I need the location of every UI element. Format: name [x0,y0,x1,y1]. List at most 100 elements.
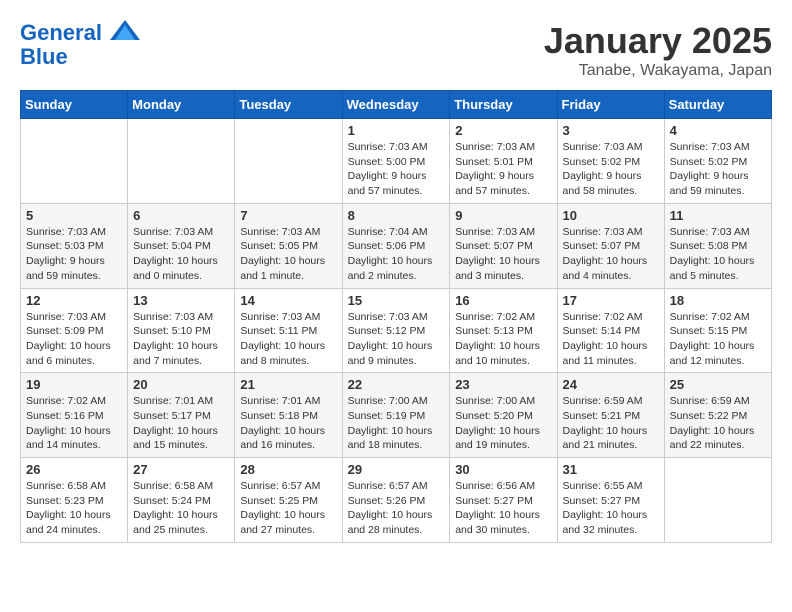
day-info: Sunrise: 7:03 AM Sunset: 5:08 PM Dayligh… [670,225,766,284]
calendar-cell [235,119,342,204]
calendar-cell: 8Sunrise: 7:04 AM Sunset: 5:06 PM Daylig… [342,203,450,288]
weekday-header-row: SundayMondayTuesdayWednesdayThursdayFrid… [21,91,772,119]
calendar-cell [664,458,771,543]
day-number: 10 [563,208,659,223]
calendar-cell: 25Sunrise: 6:59 AM Sunset: 5:22 PM Dayli… [664,373,771,458]
calendar-cell: 2 Sunrise: 7:03 AM Sunset: 5:01 PM Daylig… [450,119,557,204]
weekday-header-monday: Monday [128,91,235,119]
week-row-3: 12Sunrise: 7:03 AM Sunset: 5:09 PM Dayli… [21,288,772,373]
location: Tanabe, Wakayama, Japan [544,62,772,80]
day-number: 8 [348,208,445,223]
calendar-cell: 12Sunrise: 7:03 AM Sunset: 5:09 PM Dayli… [21,288,128,373]
day-info: Sunrise: 7:01 AM Sunset: 5:18 PM Dayligh… [240,394,336,453]
day-number: 3 [563,123,659,138]
day-info: Sunrise: 7:03 AM Sunset: 5:05 PM Dayligh… [240,225,336,284]
day-info: Sunrise: 7:03 AM Sunset: 5:00 PM Dayligh… [348,140,445,199]
calendar-cell [21,119,128,204]
day-number: 21 [240,377,336,392]
calendar-cell: 21 Sunrise: 7:01 AM Sunset: 5:18 PM Dayli… [235,373,342,458]
day-number: 2 [455,123,551,138]
calendar-cell: 19Sunrise: 7:02 AM Sunset: 5:16 PM Dayli… [21,373,128,458]
week-row-1: 1 Sunrise: 7:03 AM Sunset: 5:00 PM Daylig… [21,119,772,204]
day-number: 22 [348,377,445,392]
day-info: Sunrise: 7:03 AM Sunset: 5:12 PM Dayligh… [348,310,445,369]
day-number: 23 [455,377,551,392]
week-row-5: 26 Sunrise: 6:58 AM Sunset: 5:23 PM Dayli… [21,458,772,543]
day-number: 13 [133,293,229,308]
calendar-cell: 27 Sunrise: 6:58 AM Sunset: 5:24 PM Dayli… [128,458,235,543]
day-number: 31 [563,462,659,477]
day-number: 9 [455,208,551,223]
weekday-header-tuesday: Tuesday [235,91,342,119]
day-number: 29 [348,462,445,477]
calendar-cell: 20Sunrise: 7:01 AM Sunset: 5:17 PM Dayli… [128,373,235,458]
calendar-cell: 5 Sunrise: 7:03 AM Sunset: 5:03 PM Daylig… [21,203,128,288]
day-info: Sunrise: 6:55 AM Sunset: 5:27 PM Dayligh… [563,479,659,538]
weekday-header-wednesday: Wednesday [342,91,450,119]
day-info: Sunrise: 6:59 AM Sunset: 5:21 PM Dayligh… [563,394,659,453]
day-info: Sunrise: 6:58 AM Sunset: 5:24 PM Dayligh… [133,479,229,538]
day-info: Sunrise: 7:02 AM Sunset: 5:13 PM Dayligh… [455,310,551,369]
day-info: Sunrise: 7:02 AM Sunset: 5:14 PM Dayligh… [563,310,659,369]
day-info: Sunrise: 7:02 AM Sunset: 5:15 PM Dayligh… [670,310,766,369]
weekday-header-sunday: Sunday [21,91,128,119]
calendar-cell: 1 Sunrise: 7:03 AM Sunset: 5:00 PM Daylig… [342,119,450,204]
day-number: 17 [563,293,659,308]
calendar-cell: 16Sunrise: 7:02 AM Sunset: 5:13 PM Dayli… [450,288,557,373]
day-number: 24 [563,377,659,392]
day-info: Sunrise: 7:03 AM Sunset: 5:11 PM Dayligh… [240,310,336,369]
page-header: General Blue January 2025 Tanabe, Wakaya… [20,20,772,80]
logo-text: General [20,20,140,45]
day-info: Sunrise: 7:00 AM Sunset: 5:19 PM Dayligh… [348,394,445,453]
day-info: Sunrise: 6:56 AM Sunset: 5:27 PM Dayligh… [455,479,551,538]
calendar-cell: 23Sunrise: 7:00 AM Sunset: 5:20 PM Dayli… [450,373,557,458]
calendar-cell: 6Sunrise: 7:03 AM Sunset: 5:04 PM Daylig… [128,203,235,288]
calendar-cell: 18 Sunrise: 7:02 AM Sunset: 5:15 PM Dayli… [664,288,771,373]
day-number: 4 [670,123,766,138]
calendar-cell: 3 Sunrise: 7:03 AM Sunset: 5:02 PM Daylig… [557,119,664,204]
calendar-cell: 11 Sunrise: 7:03 AM Sunset: 5:08 PM Dayli… [664,203,771,288]
calendar-cell: 15Sunrise: 7:03 AM Sunset: 5:12 PM Dayli… [342,288,450,373]
calendar-cell: 13 Sunrise: 7:03 AM Sunset: 5:10 PM Dayli… [128,288,235,373]
day-number: 27 [133,462,229,477]
calendar-cell [128,119,235,204]
day-number: 28 [240,462,336,477]
calendar-cell: 29 Sunrise: 6:57 AM Sunset: 5:26 PM Dayli… [342,458,450,543]
day-info: Sunrise: 7:03 AM Sunset: 5:02 PM Dayligh… [670,140,766,199]
calendar-cell: 26 Sunrise: 6:58 AM Sunset: 5:23 PM Dayli… [21,458,128,543]
weekday-header-thursday: Thursday [450,91,557,119]
day-number: 11 [670,208,766,223]
calendar-cell: 24 Sunrise: 6:59 AM Sunset: 5:21 PM Dayli… [557,373,664,458]
title-block: January 2025 Tanabe, Wakayama, Japan [544,20,772,80]
day-info: Sunrise: 7:03 AM Sunset: 5:10 PM Dayligh… [133,310,229,369]
month-title: January 2025 [544,20,772,62]
day-info: Sunrise: 6:57 AM Sunset: 5:25 PM Dayligh… [240,479,336,538]
day-info: Sunrise: 7:03 AM Sunset: 5:03 PM Dayligh… [26,225,122,284]
calendar-cell: 9 Sunrise: 7:03 AM Sunset: 5:07 PM Daylig… [450,203,557,288]
day-number: 7 [240,208,336,223]
day-info: Sunrise: 6:58 AM Sunset: 5:23 PM Dayligh… [26,479,122,538]
day-info: Sunrise: 6:57 AM Sunset: 5:26 PM Dayligh… [348,479,445,538]
day-number: 5 [26,208,122,223]
day-info: Sunrise: 7:02 AM Sunset: 5:16 PM Dayligh… [26,394,122,453]
day-info: Sunrise: 7:03 AM Sunset: 5:02 PM Dayligh… [563,140,659,199]
logo: General Blue [20,20,140,69]
calendar-cell: 7 Sunrise: 7:03 AM Sunset: 5:05 PM Daylig… [235,203,342,288]
day-info: Sunrise: 7:03 AM Sunset: 5:04 PM Dayligh… [133,225,229,284]
logo-icon [110,20,140,40]
calendar-cell: 28 Sunrise: 6:57 AM Sunset: 5:25 PM Dayli… [235,458,342,543]
day-info: Sunrise: 7:03 AM Sunset: 5:07 PM Dayligh… [455,225,551,284]
day-number: 12 [26,293,122,308]
day-number: 18 [670,293,766,308]
day-info: Sunrise: 7:03 AM Sunset: 5:01 PM Dayligh… [455,140,551,199]
calendar-cell: 17 Sunrise: 7:02 AM Sunset: 5:14 PM Dayli… [557,288,664,373]
weekday-header-friday: Friday [557,91,664,119]
day-number: 1 [348,123,445,138]
day-info: Sunrise: 6:59 AM Sunset: 5:22 PM Dayligh… [670,394,766,453]
calendar-cell: 22 Sunrise: 7:00 AM Sunset: 5:19 PM Dayli… [342,373,450,458]
calendar-cell: 31 Sunrise: 6:55 AM Sunset: 5:27 PM Dayli… [557,458,664,543]
day-number: 14 [240,293,336,308]
week-row-4: 19Sunrise: 7:02 AM Sunset: 5:16 PM Dayli… [21,373,772,458]
week-row-2: 5 Sunrise: 7:03 AM Sunset: 5:03 PM Daylig… [21,203,772,288]
day-number: 26 [26,462,122,477]
